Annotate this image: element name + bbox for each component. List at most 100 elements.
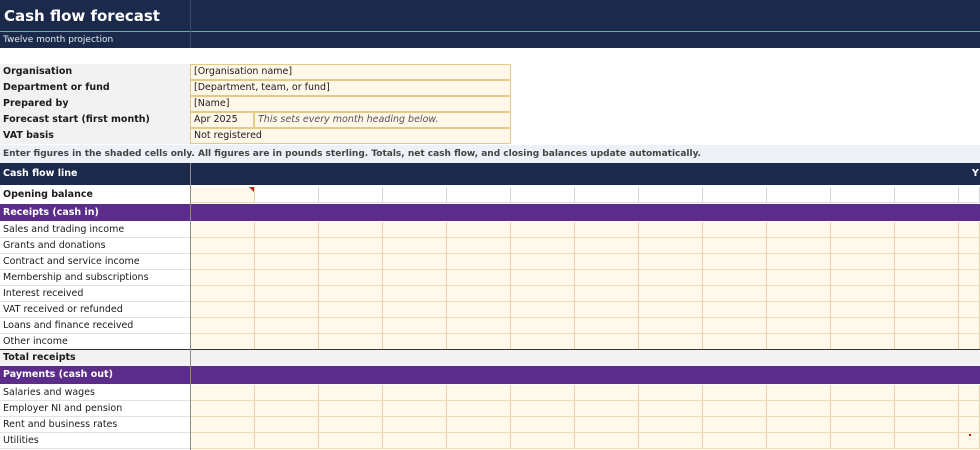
receipt-line-cell[interactable] xyxy=(319,318,383,334)
payment-line-cell[interactable] xyxy=(191,417,255,433)
department-input[interactable]: [Department, team, or fund] xyxy=(190,80,511,96)
payment-line-cell[interactable] xyxy=(895,401,959,417)
receipt-line-cell[interactable] xyxy=(895,270,959,286)
forecast-start-input[interactable]: Apr 2025 xyxy=(190,112,254,128)
receipt-line-cell[interactable] xyxy=(255,254,319,270)
receipt-line-cell[interactable] xyxy=(831,302,895,318)
receipt-line-cell[interactable] xyxy=(831,334,895,350)
vat-basis-input[interactable]: Not registered xyxy=(190,128,511,144)
receipt-line-cell[interactable] xyxy=(703,254,767,270)
opening-balance-input[interactable] xyxy=(191,187,255,203)
receipt-line-cell[interactable] xyxy=(959,286,980,302)
opening-balance-cell[interactable] xyxy=(447,187,511,203)
receipt-line-cell[interactable] xyxy=(703,334,767,350)
payment-line-cell[interactable] xyxy=(447,417,511,433)
receipt-line-cell[interactable] xyxy=(767,222,831,238)
receipt-line-cell[interactable] xyxy=(575,286,639,302)
prepared-by-input[interactable]: [Name] xyxy=(190,96,511,112)
receipt-line-cell[interactable] xyxy=(639,270,703,286)
receipt-line-cell[interactable] xyxy=(767,302,831,318)
opening-balance-cell[interactable] xyxy=(255,187,319,203)
receipt-line-cell[interactable] xyxy=(959,254,980,270)
receipt-line-cell[interactable] xyxy=(255,318,319,334)
payment-line-cell[interactable] xyxy=(895,417,959,433)
payment-line-cell[interactable] xyxy=(447,401,511,417)
receipt-line-cell[interactable] xyxy=(319,222,383,238)
receipt-line-cell[interactable] xyxy=(447,238,511,254)
payment-line-cell[interactable] xyxy=(767,417,831,433)
receipt-line-cell[interactable] xyxy=(959,302,980,318)
receipt-line-cell[interactable] xyxy=(831,286,895,302)
receipt-line-cell[interactable] xyxy=(639,254,703,270)
receipt-line-cell[interactable] xyxy=(575,222,639,238)
receipt-line-cell[interactable] xyxy=(895,238,959,254)
payment-line-cell[interactable] xyxy=(255,385,319,401)
payment-line-cell[interactable] xyxy=(447,433,511,449)
receipt-line-cell[interactable] xyxy=(255,286,319,302)
payment-line-cell[interactable] xyxy=(959,401,980,417)
receipt-line-cell[interactable] xyxy=(767,286,831,302)
receipt-line-cell[interactable] xyxy=(767,238,831,254)
receipt-line-cell[interactable] xyxy=(703,318,767,334)
receipt-line-cell[interactable] xyxy=(959,334,980,350)
receipt-line-cell[interactable] xyxy=(383,334,447,350)
payment-line-cell[interactable] xyxy=(575,417,639,433)
receipt-line-cell[interactable] xyxy=(511,318,575,334)
payment-line-cell[interactable] xyxy=(447,385,511,401)
payment-line-cell[interactable] xyxy=(895,433,959,449)
receipt-line-cell[interactable] xyxy=(639,238,703,254)
receipt-line-cell[interactable] xyxy=(831,238,895,254)
payment-line-cell[interactable] xyxy=(895,385,959,401)
receipt-line-cell[interactable] xyxy=(383,270,447,286)
payment-line-cell[interactable] xyxy=(703,401,767,417)
receipt-line-cell[interactable] xyxy=(575,302,639,318)
receipt-line-cell[interactable] xyxy=(831,270,895,286)
receipt-line-cell[interactable] xyxy=(191,334,255,350)
receipt-line-cell[interactable] xyxy=(447,334,511,350)
payment-line-cell[interactable] xyxy=(511,385,575,401)
opening-balance-cell[interactable] xyxy=(703,187,767,203)
payment-line-cell[interactable] xyxy=(767,401,831,417)
receipt-line-cell[interactable] xyxy=(383,286,447,302)
payment-line-cell[interactable] xyxy=(703,433,767,449)
payment-line-cell[interactable] xyxy=(831,385,895,401)
receipt-line-cell[interactable] xyxy=(447,222,511,238)
receipt-line-cell[interactable] xyxy=(959,238,980,254)
payment-line-cell[interactable] xyxy=(639,433,703,449)
receipt-line-cell[interactable] xyxy=(959,318,980,334)
receipt-line-cell[interactable] xyxy=(255,222,319,238)
payment-line-cell[interactable] xyxy=(575,433,639,449)
receipt-line-cell[interactable] xyxy=(319,302,383,318)
receipt-line-cell[interactable] xyxy=(383,302,447,318)
payment-line-cell[interactable] xyxy=(959,385,980,401)
receipt-line-cell[interactable] xyxy=(575,270,639,286)
payment-line-cell[interactable] xyxy=(511,417,575,433)
receipt-line-cell[interactable] xyxy=(383,222,447,238)
payment-line-cell[interactable] xyxy=(383,385,447,401)
receipt-line-cell[interactable] xyxy=(703,238,767,254)
opening-balance-cell[interactable] xyxy=(383,187,447,203)
payment-line-cell[interactable] xyxy=(703,385,767,401)
receipt-line-cell[interactable] xyxy=(383,238,447,254)
receipt-line-cell[interactable] xyxy=(959,222,980,238)
opening-balance-cell[interactable] xyxy=(831,187,895,203)
receipt-line-cell[interactable] xyxy=(255,334,319,350)
payment-line-cell[interactable] xyxy=(383,433,447,449)
receipt-line-cell[interactable] xyxy=(511,334,575,350)
payment-line-cell[interactable] xyxy=(383,417,447,433)
receipt-line-cell[interactable] xyxy=(895,334,959,350)
receipt-line-cell[interactable] xyxy=(319,270,383,286)
payment-line-cell[interactable] xyxy=(831,433,895,449)
payment-line-cell[interactable] xyxy=(255,433,319,449)
receipt-line-cell[interactable] xyxy=(895,254,959,270)
receipt-line-cell[interactable] xyxy=(767,318,831,334)
receipt-line-cell[interactable] xyxy=(511,222,575,238)
payment-line-cell[interactable] xyxy=(831,417,895,433)
receipt-line-cell[interactable] xyxy=(639,222,703,238)
payment-line-cell[interactable] xyxy=(255,417,319,433)
opening-balance-cell[interactable] xyxy=(895,187,959,203)
receipt-line-cell[interactable] xyxy=(511,286,575,302)
receipt-line-cell[interactable] xyxy=(447,270,511,286)
opening-balance-cell[interactable] xyxy=(319,187,383,203)
receipt-line-cell[interactable] xyxy=(639,334,703,350)
